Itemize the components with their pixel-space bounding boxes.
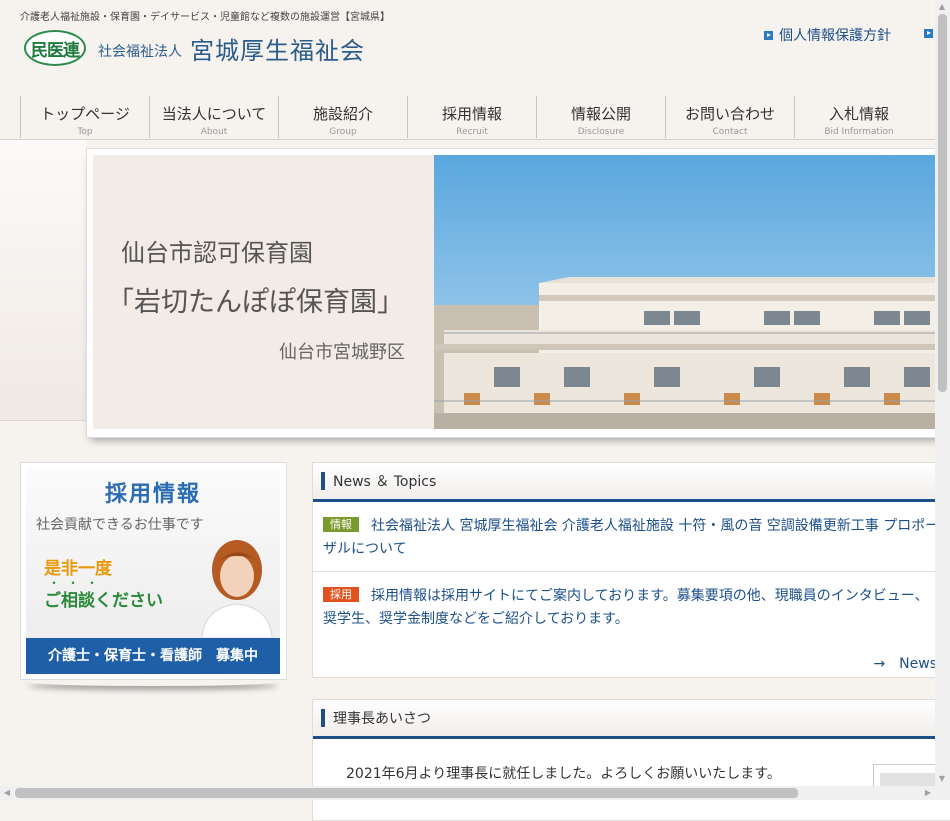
privacy-policy-label: 個人情報保護方針 [779, 28, 891, 44]
nav-label: トップページ [40, 105, 130, 123]
hero-line-2: 「岩切たんぽぽ保育園」 [107, 287, 404, 318]
site-tagline: 介護老人福祉施設・保育園・デイサービス・児童館など複数の施設運営【宮城県】 [20, 12, 390, 23]
nav-disclosure[interactable]: 情報公開 Disclosure [536, 96, 665, 138]
nav-sub: Recruit [456, 127, 488, 137]
news-topics-panel: News ＆ Topics 情報 社会福祉法人 宮城厚生福祉会 介護老人福祉施設 … [312, 462, 950, 678]
nav-divider [0, 139, 950, 140]
nav-label: 施設紹介 [312, 105, 373, 123]
nav-bid-information[interactable]: 入札情報 Bid Information [794, 96, 923, 138]
site-logo[interactable]: 民医連 社会福祉法人 宮城厚生福祉会 [24, 30, 365, 66]
recruit-positions-banner: 介護士・保育士・看護師 募集中 [26, 638, 280, 674]
horizontal-scrollbar[interactable]: ◀ ▶ [0, 786, 950, 800]
hero-slideshow[interactable]: 仙台市認可保育園 「岩切たんぽぽ保育園」 仙台市宮城野区 [86, 148, 950, 438]
news-header: News ＆ Topics [313, 463, 950, 502]
heading-bar [321, 472, 325, 490]
global-nav: トップページ Top 当法人について About 施設紹介 Group 採用情報 Rec… [20, 96, 923, 138]
scroll-left-icon[interactable]: ◀ [0, 786, 14, 800]
nav-sub: Bid Information [824, 127, 894, 137]
recruit-banner-shadow [28, 678, 278, 686]
news-title: News ＆ Topics [333, 474, 437, 490]
nav-sub: Group [329, 127, 357, 137]
nav-recruit[interactable]: 採用情報 Recruit [407, 96, 536, 138]
recruit-title: 採用情報 [104, 482, 201, 507]
minirenren-logo-mark: 民医連 [24, 30, 86, 66]
building-illustration [434, 277, 944, 429]
recruit-banner[interactable]: 採用情報 社会貢献できるお仕事です 是非一度 ・・・ ご相談ください 介護士・保… [20, 462, 287, 680]
recruit-line-2: ご相談ください [44, 591, 163, 611]
org-type: 社会福祉法人 [98, 44, 182, 60]
news-item-text: 採用情報は採用サイトにてご案内しております。募集要項の他、現職員のインタビュー、… [323, 588, 929, 627]
greeting-title: 理事長あいさつ [333, 711, 431, 727]
nav-label: 採用情報 [441, 105, 502, 123]
privacy-policy-link[interactable]: 個人情報保護方針 [764, 25, 891, 45]
staff-person-image [201, 540, 273, 638]
scroll-up-icon[interactable]: ▲ [935, 0, 949, 14]
news-item[interactable]: 採用 採用情報は採用サイトにてご案内しております。募集要項の他、現職員のインタビュ… [313, 572, 950, 641]
nav-label: お問い合わせ [684, 105, 775, 123]
greeting-header: 理事長あいさつ [313, 700, 950, 739]
arrow-bullet-icon[interactable] [924, 29, 933, 38]
scroll-right-icon[interactable]: ▶ [921, 786, 935, 800]
nav-sub: About [200, 127, 228, 137]
scroll-down-icon[interactable]: ▼ [935, 772, 949, 786]
news-item-text: 社会福祉法人 宮城厚生福祉会 介護老人福祉施設 十符・風の音 空調設備更新工事 … [323, 518, 940, 557]
news-more-link[interactable]: → News [873, 653, 937, 673]
hero-line-3: 仙台市宮城野区 [279, 342, 405, 363]
greeting-text: 2021年6月より理事長に就任しました。よろしくお願いいたします。 [346, 766, 781, 782]
nav-sub: Contact [712, 127, 748, 137]
nav-label: 当法人について [161, 105, 267, 123]
hero-side-band [0, 140, 86, 421]
recruit-banner-inner: 採用情報 社会貢献できるお仕事です 是非一度 ・・・ ご相談ください 介護士・保… [26, 468, 280, 674]
horizontal-scroll-thumb[interactable] [15, 788, 798, 798]
hero-line-1: 仙台市認可保育園 [121, 239, 313, 267]
org-name: 宮城厚生福祉会 [190, 36, 365, 65]
vertical-scroll-thumb[interactable] [938, 14, 947, 392]
nav-top[interactable]: トップページ Top [20, 96, 149, 138]
recruit-subtitle: 社会貢献できるお仕事です [36, 517, 204, 533]
news-badge-recruit: 採用 [323, 587, 359, 602]
news-item[interactable]: 情報 社会福祉法人 宮城厚生福祉会 介護老人福祉施設 十符・風の音 空調設備更新工… [313, 502, 950, 572]
greeting-panel: 理事長あいさつ 2021年6月より理事長に就任しました。よろしくお願いいたします… [312, 699, 950, 821]
hero-caption: 仙台市認可保育園 「岩切たんぽぽ保育園」 仙台市宮城野区 [93, 155, 434, 429]
nav-label: 情報公開 [570, 105, 631, 123]
nav-sub: Disclosure [577, 127, 625, 137]
nav-contact[interactable]: お問い合わせ Contact [665, 96, 794, 138]
nav-group[interactable]: 施設紹介 Group [278, 96, 407, 138]
nursery-building-photo [434, 155, 944, 429]
news-badge-info: 情報 [323, 517, 359, 532]
vertical-scrollbar[interactable]: ▲ ▼ [935, 0, 950, 786]
heading-bar [321, 709, 325, 727]
nav-about[interactable]: 当法人について About [149, 96, 278, 138]
nav-label: 入札情報 [828, 105, 889, 123]
nav-sub: Top [77, 127, 93, 137]
arrow-bullet-icon [764, 30, 773, 40]
